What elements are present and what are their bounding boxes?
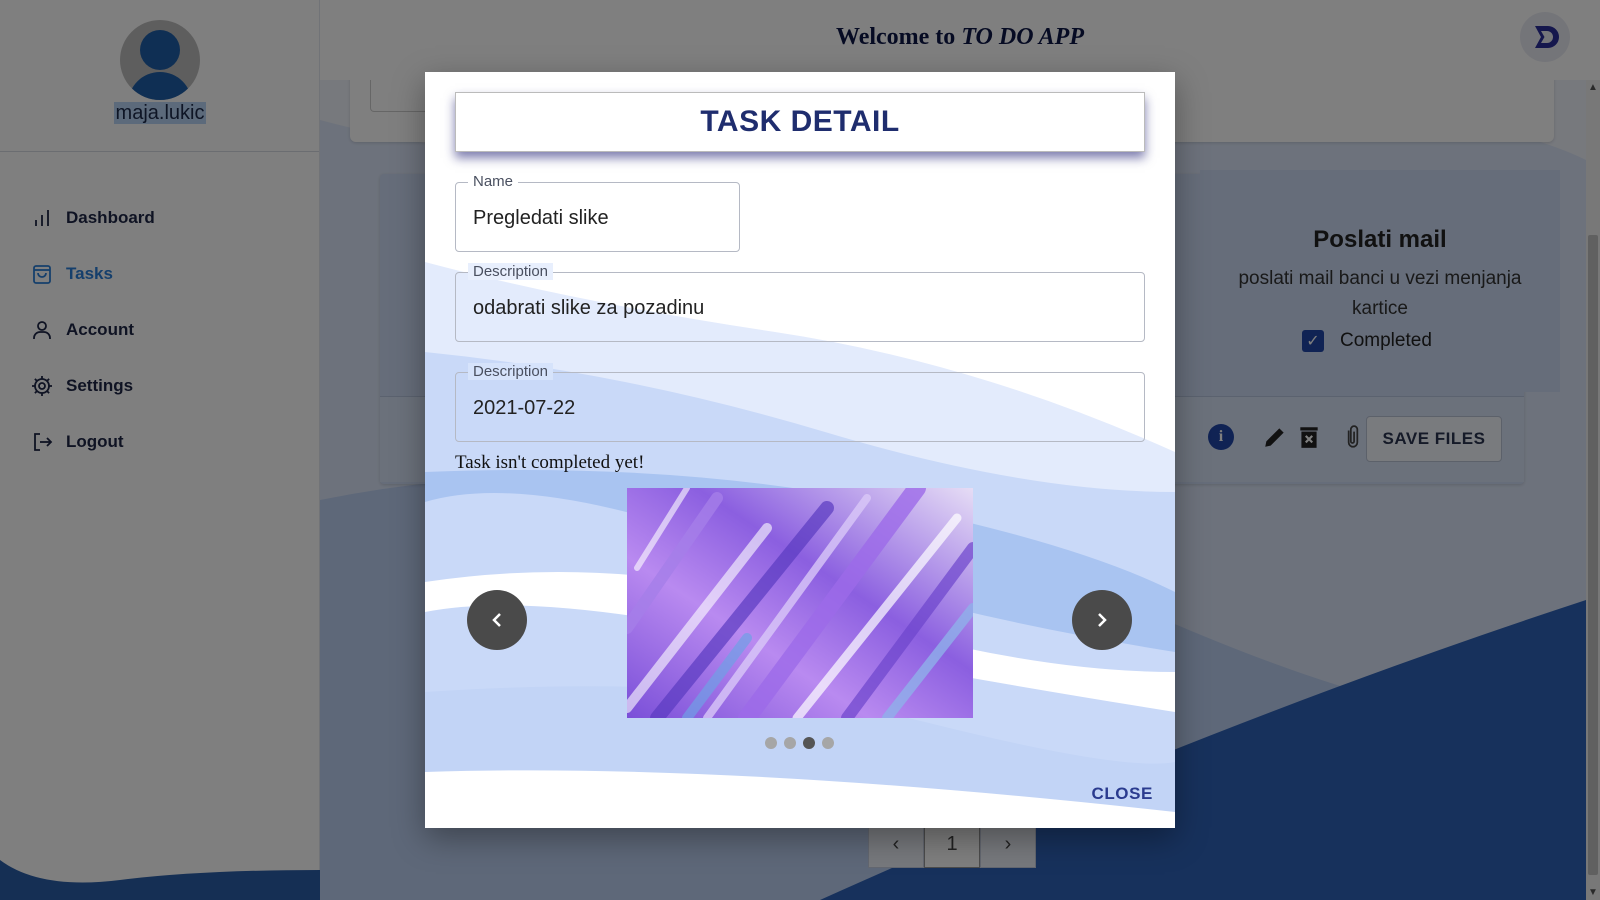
description-field-label: Description [468,263,554,280]
carousel-next-button[interactable] [1072,590,1132,650]
date-field[interactable]: Description 2021-07-22 [455,363,1145,442]
carousel-indicators [765,737,834,749]
carousel-image [627,488,973,718]
name-field-label: Name [468,173,519,190]
chevron-right-icon [1098,613,1107,627]
dialog-title: TASK DETAIL [700,105,900,138]
name-field-value: Pregledati slike [473,207,609,229]
completion-status-text: Task isn't completed yet! [455,452,645,473]
description-field[interactable]: Description odabrati slike za pozadinu [455,263,1145,342]
date-field-value: 2021-07-22 [473,397,576,419]
carousel-dot[interactable] [822,737,834,749]
description-field-value: odabrati slike za pozadinu [473,297,705,319]
task-detail-dialog: TASK DETAIL Name Pregledati slike Descri… [425,72,1175,828]
close-button[interactable]: CLOSE [1091,784,1153,804]
carousel-prev-button[interactable] [467,590,527,650]
carousel-dot-active[interactable] [803,737,815,749]
carousel-dot[interactable] [784,737,796,749]
date-field-label: Description [468,363,554,380]
name-field[interactable]: Name Pregledati slike [455,173,740,252]
chevron-left-icon [492,613,501,627]
dialog-header: TASK DETAIL [455,92,1145,152]
carousel-dot[interactable] [765,737,777,749]
